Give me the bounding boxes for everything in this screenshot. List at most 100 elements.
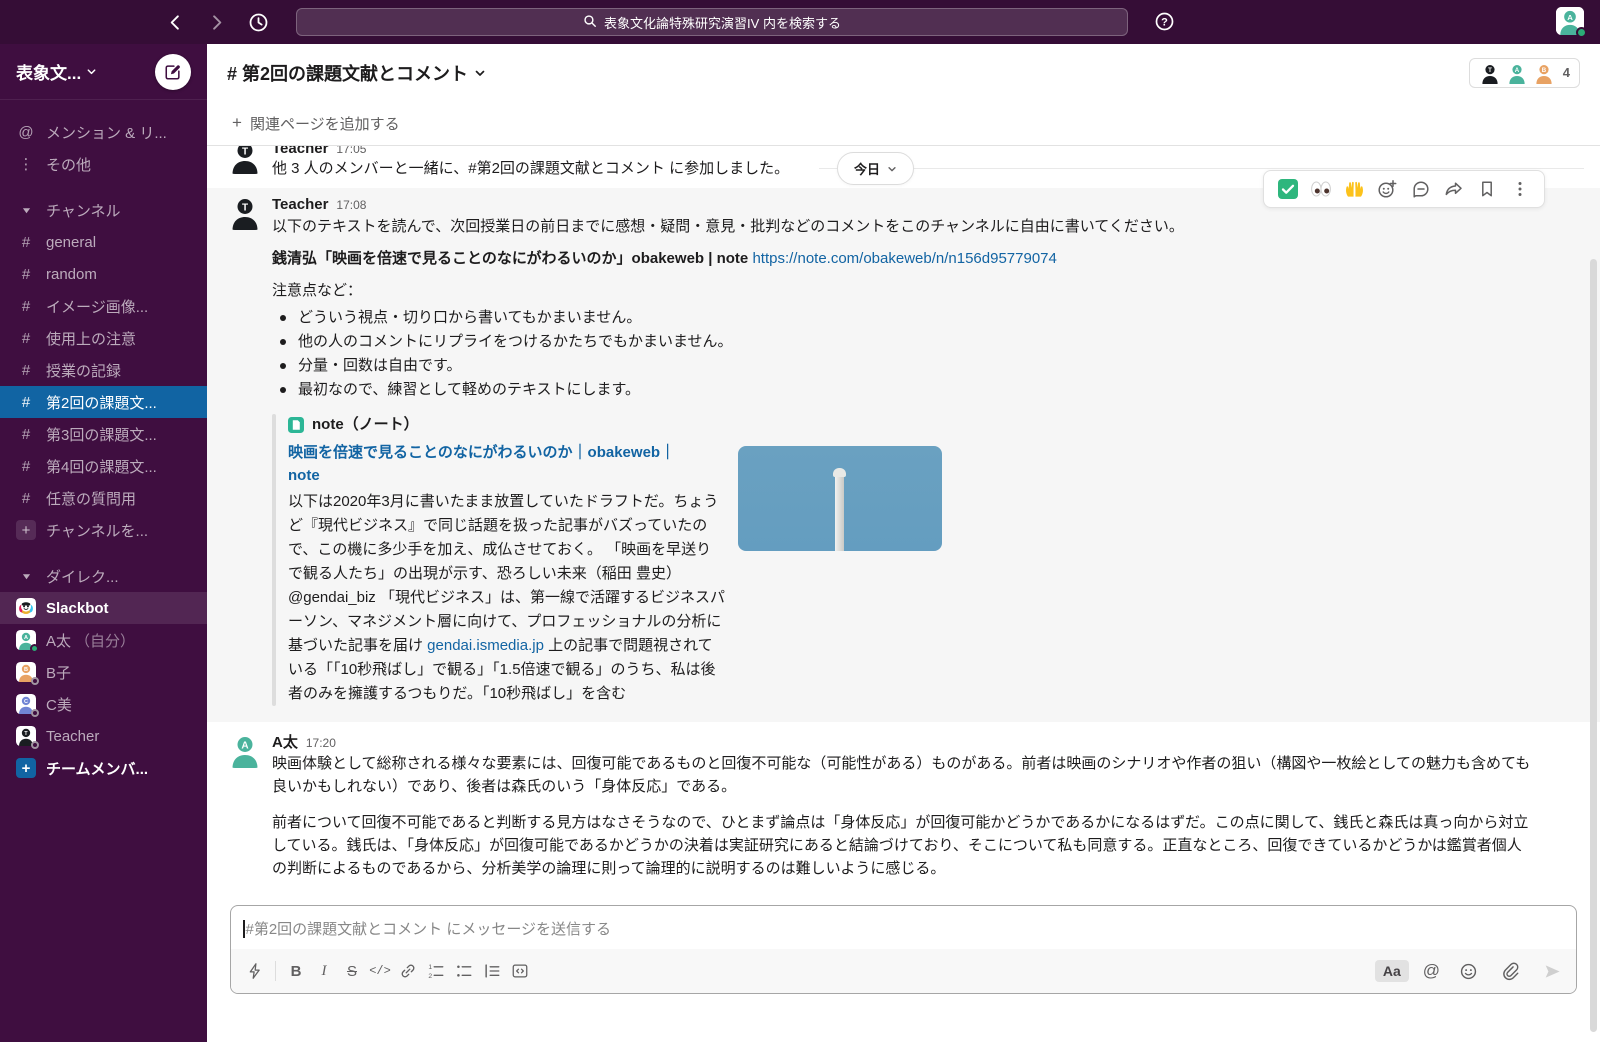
more-actions-button[interactable]	[1506, 175, 1534, 203]
vertical-scrollbar[interactable]	[1590, 259, 1597, 1032]
invite-teammates-button[interactable]: + チームメンバ...	[0, 752, 207, 784]
svg-text:A: A	[241, 741, 248, 752]
channel-image[interactable]: #イメージ画像...	[0, 290, 207, 322]
channel-usage-notes[interactable]: #使用上の注意	[0, 322, 207, 354]
channel-title-button[interactable]: # 第2回の課題文献とコメント	[227, 60, 486, 86]
help-icon[interactable]: ?	[1154, 11, 1175, 37]
at-icon: @	[16, 124, 36, 141]
dm-teacher[interactable]: T Teacher	[0, 720, 207, 752]
channel-class-records[interactable]: #授業の記録	[0, 354, 207, 386]
link-preview-card: note（ノート） 映画を倍速で見ることのなにがわるいのか｜obakeweb｜n…	[272, 414, 1540, 706]
svg-text:A: A	[1515, 67, 1520, 74]
search-icon	[583, 14, 597, 31]
hash-icon: #	[16, 298, 36, 315]
plus-icon: +	[232, 113, 242, 133]
main-pane: # 第2回の課題文献とコメント T A B 4 + 関連ページを追加する T	[207, 44, 1600, 1042]
hash-icon: #	[16, 362, 36, 379]
timestamp[interactable]: 17:08	[336, 194, 366, 216]
new-message-button[interactable]	[155, 54, 191, 90]
channels-section-header[interactable]: チャンネル	[0, 194, 207, 226]
check-mark-reaction-button[interactable]	[1274, 175, 1302, 203]
channel-questions[interactable]: #任意の質問用	[0, 482, 207, 514]
link-button[interactable]	[394, 957, 422, 985]
mention-button[interactable]: @	[1423, 961, 1440, 981]
user-avatar[interactable]: A	[1556, 7, 1584, 35]
dm-slackbot[interactable]: Slackbot	[0, 592, 207, 624]
dm-section-header[interactable]: ダイレク...	[0, 560, 207, 592]
share-message-button[interactable]	[1440, 175, 1468, 203]
channel-members-button[interactable]: T A B 4	[1469, 58, 1580, 88]
gendai-link[interactable]: gendai.ismedia.jp	[427, 637, 544, 654]
sidebar-nav: @ メンション & リ... ⋮ その他 チャンネル #general #ran…	[0, 116, 207, 784]
strikethrough-button[interactable]: S	[338, 957, 366, 985]
timestamp[interactable]: 17:20	[306, 732, 336, 754]
presence-offline-dot	[31, 741, 39, 749]
message-input[interactable]: #第2回の課題文献とコメント にメッセージを送信する	[231, 906, 1576, 949]
hide-formatting-button[interactable]: Aa	[1375, 960, 1409, 982]
back-arrow-icon[interactable]	[166, 13, 185, 32]
avatar[interactable]: T	[227, 146, 263, 174]
preview-site-name: note（ノート）	[312, 414, 419, 436]
history-nav	[166, 0, 269, 44]
message-composer: #第2回の課題文献とコメント にメッセージを送信する B I S </> 12	[230, 905, 1577, 994]
presence-offline-dot	[31, 709, 39, 717]
dm-c[interactable]: C C美	[0, 688, 207, 720]
bold-button[interactable]: B	[282, 957, 310, 985]
message-paragraph: 映画体験として総称される様々な要素には、回復可能であるものと回復不可能な（可能性…	[272, 752, 1532, 798]
italic-button[interactable]: I	[310, 957, 338, 985]
dm-a-self[interactable]: A A太 （自分）	[0, 624, 207, 656]
channel-random[interactable]: #random	[0, 258, 207, 290]
avatar[interactable]: T	[227, 194, 263, 230]
ordered-list-button[interactable]: 12	[422, 957, 450, 985]
sidebar: 表象文... @ メンション & リ... ⋮ その他 チャンネル	[0, 44, 207, 1042]
preview-thumbnail-image[interactable]	[738, 446, 942, 551]
inline-code-button[interactable]: </>	[366, 957, 394, 985]
channel-session4[interactable]: #第4回の課題文...	[0, 450, 207, 482]
bookmark-button[interactable]	[1473, 175, 1501, 203]
blockquote-button[interactable]	[478, 957, 506, 985]
raised-hands-reaction-button[interactable]	[1340, 175, 1368, 203]
channel-general[interactable]: #general	[0, 226, 207, 258]
hash-icon: #	[16, 426, 36, 443]
chevron-down-icon	[474, 67, 486, 79]
attach-paperclip-button[interactable]	[1496, 957, 1524, 985]
send-button[interactable]	[1538, 957, 1566, 985]
eyes-reaction-button[interactable]	[1307, 175, 1335, 203]
notes-label: 注意点など：	[272, 280, 1540, 302]
dm-avatar: C	[16, 694, 36, 714]
date-pill[interactable]: 今日	[837, 152, 914, 185]
note-url-link[interactable]: https://note.com/obakeweb/n/n156d9577907…	[752, 250, 1056, 267]
shortcuts-lightning-button[interactable]	[241, 957, 269, 985]
avatar[interactable]: A	[227, 732, 263, 768]
channel-session2-selected[interactable]: #第2回の課題文...	[0, 386, 207, 418]
sidebar-item-more[interactable]: ⋮ その他	[0, 148, 207, 180]
toolbar-divider	[275, 961, 276, 981]
sender-name[interactable]: Teacher	[272, 194, 328, 216]
dm-b[interactable]: B B子	[0, 656, 207, 688]
forward-arrow-icon[interactable]	[207, 13, 226, 32]
reply-thread-button[interactable]	[1407, 175, 1435, 203]
workspace-switcher[interactable]: 表象文...	[16, 59, 97, 84]
chevron-down-icon	[887, 164, 897, 174]
add-channel-button[interactable]: + チャンネルを...	[0, 514, 207, 546]
code-block-button[interactable]	[506, 957, 534, 985]
add-reaction-button[interactable]	[1373, 175, 1401, 203]
note-site-icon	[288, 417, 304, 433]
add-related-page-tab[interactable]: + 関連ページを追加する	[207, 101, 1600, 146]
svg-text:C: C	[24, 699, 28, 705]
svg-text:?: ?	[1161, 17, 1168, 29]
presence-online-dot	[1576, 27, 1587, 38]
sender-name[interactable]: A太	[272, 732, 298, 754]
history-clock-icon[interactable]	[248, 12, 269, 33]
search-input[interactable]: 表象文化論特殊研究演習IV 内を検索する	[296, 8, 1128, 36]
message-body: Teacher 17:08 以下のテキストを読んで、次回授業日の前日までに感想・…	[272, 194, 1540, 706]
bullet-list-button[interactable]	[450, 957, 478, 985]
member-avatar-a: A	[1506, 62, 1528, 84]
dm-avatar: B	[16, 662, 36, 682]
svg-text:A: A	[24, 635, 28, 641]
emoji-button[interactable]	[1454, 957, 1482, 985]
preview-title-link[interactable]: 映画を倍速で見ることのなにがわるいのか｜obakeweb｜note	[288, 441, 692, 487]
sidebar-item-mentions[interactable]: @ メンション & リ...	[0, 116, 207, 148]
channel-session3[interactable]: #第3回の課題文...	[0, 418, 207, 450]
preview-accent-bar[interactable]	[272, 414, 276, 706]
